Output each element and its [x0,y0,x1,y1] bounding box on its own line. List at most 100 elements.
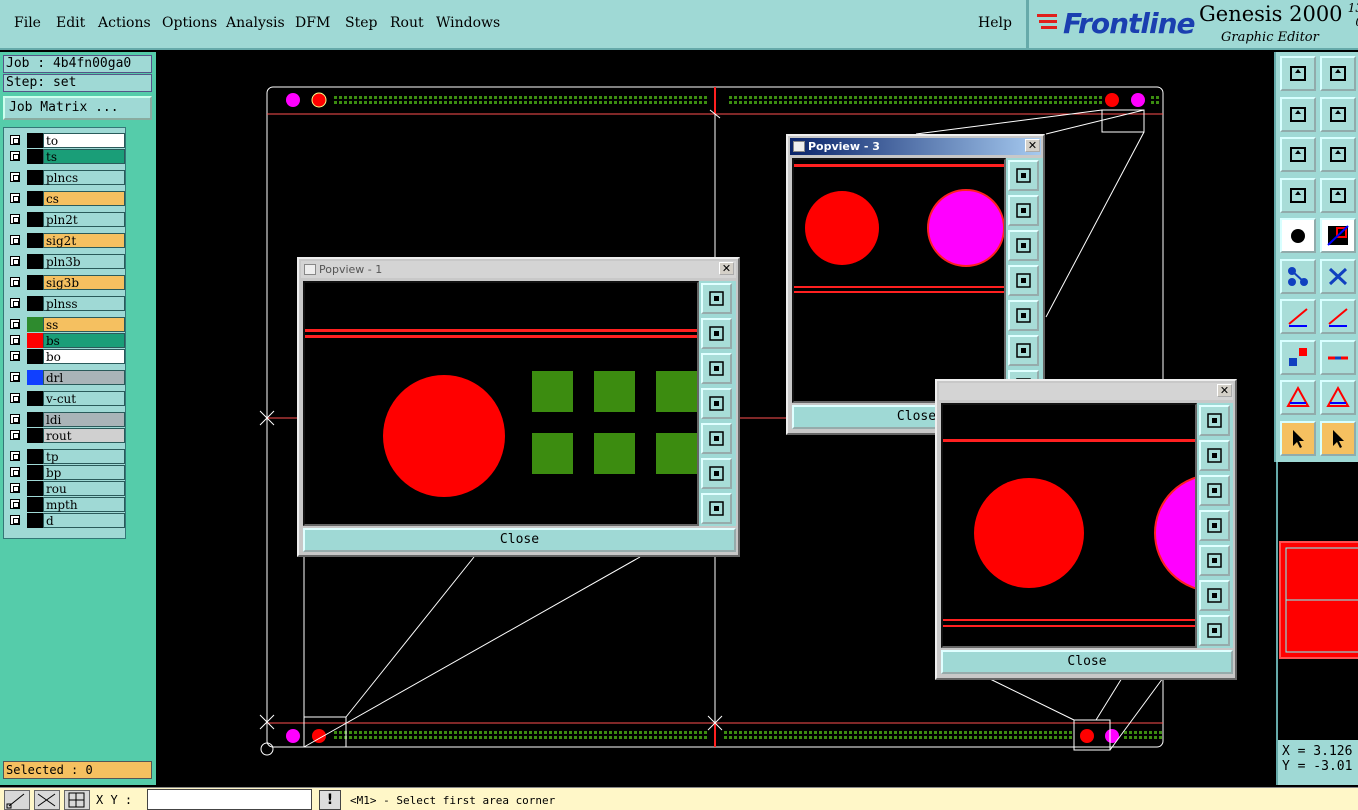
layer-row-mpth[interactable]: mpth [6,497,125,512]
layer-checkbox[interactable] [10,499,20,509]
zoom-page-icon[interactable] [1320,56,1356,91]
layer-checkbox[interactable] [10,483,20,493]
layer-row-rout[interactable]: rout [6,428,125,443]
layer-color-swatch[interactable] [27,317,43,332]
layer-name[interactable]: drl [43,370,125,385]
pan-left-icon[interactable] [1008,265,1039,296]
pan-right-icon[interactable] [1008,300,1039,331]
zoom-out-icon[interactable] [701,458,732,489]
menu-step[interactable]: Step [345,15,377,31]
layer-name[interactable]: v-cut [43,391,125,406]
layer-row-bp[interactable]: bp [6,465,125,480]
menu-analysis[interactable]: Analysis [226,15,285,31]
measure-icon[interactable] [34,790,60,810]
layer-row-pln3b[interactable]: pln3b [6,254,125,269]
pad-edit-icon[interactable] [1320,339,1356,375]
popview-1-close-button[interactable]: Close [303,528,736,552]
popview-2-close-button[interactable]: Close [941,650,1233,674]
layer-name[interactable]: plnss [43,296,125,311]
menu-actions[interactable]: Actions [98,15,151,31]
layer-checkbox[interactable] [10,256,20,266]
job-matrix-button[interactable]: Job Matrix ... [3,96,152,120]
zoom-in-icon[interactable] [1199,615,1230,646]
layer-name[interactable]: rou [43,481,125,496]
layer-color-swatch[interactable] [27,412,43,427]
pan-up-icon[interactable] [701,318,732,349]
popview-1-close-icon[interactable]: ✕ [719,262,734,275]
pan-down-icon[interactable] [701,353,732,384]
layer-checkbox[interactable] [10,214,20,224]
popview-3-titlebar[interactable]: Popview - 3 [790,138,1041,155]
xy-input[interactable] [147,789,312,810]
layer-color-swatch[interactable] [27,275,43,290]
mini-map[interactable] [1276,462,1358,740]
zoom-out-icon[interactable] [1008,335,1039,366]
layer-checkbox[interactable] [10,351,20,361]
layer-checkbox[interactable] [10,319,20,329]
layer-checkbox[interactable] [10,235,20,245]
layer-row-ss[interactable]: ss [6,317,125,332]
layer-color-swatch[interactable] [27,191,43,206]
popview-1-titlebar[interactable]: Popview - 1 [301,261,736,278]
layer-checkbox[interactable] [10,372,20,382]
layer-row-cs[interactable]: cs [6,191,125,206]
popview-3-view[interactable] [792,158,1006,403]
layer-row-drl[interactable]: drl [6,370,125,385]
layer-checkbox[interactable] [10,467,20,477]
zoom-home-icon[interactable] [1280,56,1316,91]
layer-name[interactable]: sig3b [43,275,125,290]
layer-checkbox[interactable] [10,277,20,287]
menu-file[interactable]: File [14,15,41,31]
pan-down-icon[interactable] [1199,475,1230,506]
pan-right-icon[interactable] [701,423,732,454]
outline-mode-icon[interactable] [1320,218,1356,253]
layer-color-swatch[interactable] [27,449,43,464]
layer-checkbox[interactable] [10,135,20,145]
line-edit-icon[interactable] [1320,299,1356,334]
popview-2-close-icon[interactable]: ✕ [1217,384,1232,397]
layer-color-swatch[interactable] [27,149,43,164]
select-area-icon[interactable] [1320,420,1356,456]
zoom-to-fit-icon[interactable] [1199,405,1230,436]
layer-color-swatch[interactable] [27,465,43,480]
pan-up-icon[interactable] [1008,195,1039,226]
layer-name[interactable]: ss [43,317,125,332]
layer-row-to[interactable]: to [6,133,125,148]
layer-color-swatch[interactable] [27,481,43,496]
pan-up-icon[interactable] [1199,440,1230,471]
pan-down-icon[interactable] [1008,230,1039,261]
layer-name[interactable]: d [43,513,125,528]
layer-color-swatch[interactable] [27,170,43,185]
layer-row-sig2t[interactable]: sig2t [6,233,125,248]
popview-2-titlebar[interactable] [939,383,1233,400]
popview-2-window[interactable]: ✕ Close [935,379,1237,680]
layer-color-swatch[interactable] [27,349,43,364]
layer-row-v-cut[interactable]: v-cut [6,391,125,406]
menu-options[interactable]: Options [162,15,217,31]
layer-checkbox[interactable] [10,393,20,403]
grid-toggle-icon[interactable] [1320,177,1356,213]
layer-row-pln2t[interactable]: pln2t [6,212,125,227]
layer-name[interactable]: to [43,133,125,148]
menu-dfm[interactable]: DFM [295,15,330,31]
zoom-in-icon[interactable] [701,493,732,524]
center-icon[interactable] [1320,137,1356,172]
fill-mode-icon[interactable] [1280,218,1316,253]
zoom-to-fit-icon[interactable] [701,283,732,314]
layer-row-tp[interactable]: tp [6,449,125,464]
pan-right-icon[interactable] [1199,545,1230,576]
triangle-add-icon[interactable] [1280,380,1316,415]
layer-color-swatch[interactable] [27,428,43,443]
layer-color-swatch[interactable] [27,212,43,227]
connect-icon[interactable] [1280,258,1316,294]
layer-name[interactable]: bo [43,349,125,364]
alert-icon[interactable]: ! [319,790,341,810]
layer-checkbox[interactable] [10,172,20,182]
layer-name[interactable]: plncs [43,170,125,185]
layer-name[interactable]: bs [43,333,125,348]
layer-name[interactable]: rout [43,428,125,443]
layer-color-swatch[interactable] [27,133,43,148]
pad-add-icon[interactable] [1280,339,1316,375]
layer-color-swatch[interactable] [27,513,43,528]
layer-checkbox[interactable] [10,151,20,161]
